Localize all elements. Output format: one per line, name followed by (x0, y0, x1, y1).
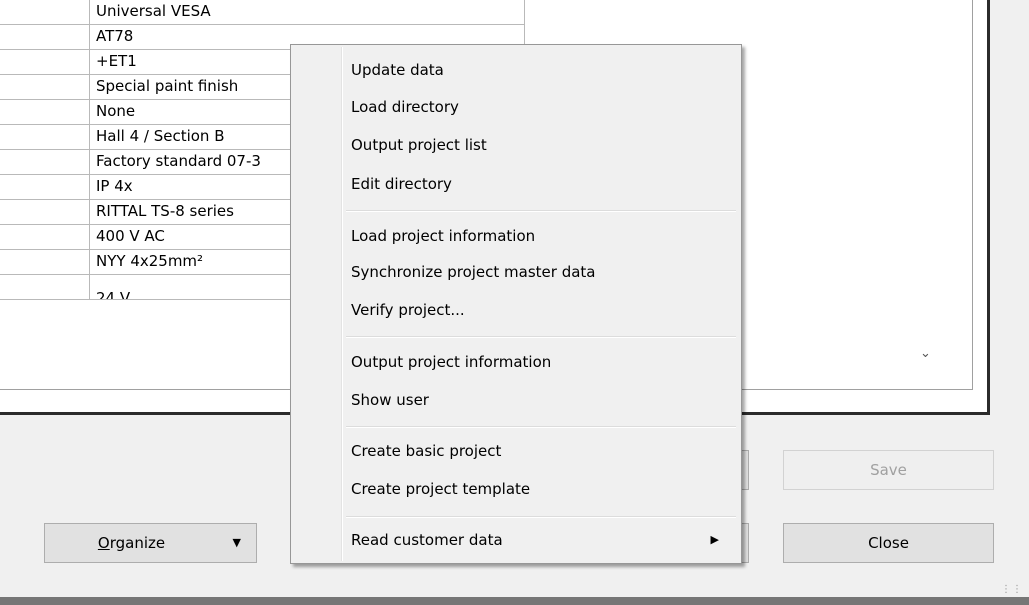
menu-item-create-project-template[interactable]: Create project template (291, 472, 741, 508)
menu-item-load-project-information[interactable]: Load project information (291, 219, 741, 255)
menu-item-label: Load directory (351, 98, 459, 116)
dropdown-arrow-icon: ▼ (232, 536, 241, 549)
menu-item-verify-project[interactable]: Verify project... (291, 293, 741, 329)
submenu-arrow-icon: ▶ (710, 533, 719, 546)
menu-item-load-directory[interactable]: Load directory (291, 90, 741, 126)
table-cell[interactable]: NYY 4x25mm² (96, 252, 203, 270)
menu-item-synchronize-project-master-data[interactable]: Synchronize project master data (291, 255, 741, 291)
menu-item-output-project-information[interactable]: Output project information (291, 345, 741, 381)
menu-item-label: Create basic project (351, 442, 502, 460)
table-row[interactable]: Universal VESA (0, 0, 525, 25)
table-cell[interactable]: None (96, 102, 135, 120)
close-button-label: Close (868, 534, 909, 552)
menu-item-edit-directory[interactable]: Edit directory (291, 167, 741, 203)
menu-item-label: Verify project... (351, 301, 465, 319)
menu-item-output-project-list[interactable]: Output project list (291, 128, 741, 164)
menu-item-label: Synchronize project master data (351, 263, 596, 281)
menu-separator (346, 210, 736, 212)
context-menu: Update data Load directory Output projec… (290, 44, 742, 564)
table-cell[interactable]: +ET1 (96, 52, 137, 70)
organize-button-label: Organize (97, 534, 166, 552)
menu-item-label: Update data (351, 61, 444, 79)
menu-item-label: Output project list (351, 136, 487, 154)
resize-grip-icon[interactable]: ⋮⋮ (1001, 584, 1023, 595)
menu-item-label: Output project information (351, 353, 552, 371)
save-button[interactable]: Save (783, 450, 994, 490)
menu-item-label: Load project information (351, 227, 536, 245)
close-button[interactable]: Close (783, 523, 994, 563)
menu-separator (346, 516, 736, 518)
table-cell[interactable]: 24 V (96, 289, 130, 299)
menu-separator (346, 336, 736, 338)
table-cell[interactable]: IP 4x (96, 177, 133, 195)
table-cell[interactable]: RITTAL TS-8 series (96, 202, 234, 220)
menu-item-label: Create project template (351, 480, 531, 498)
menu-item-read-customer-data[interactable]: Read customer data ▶ (291, 523, 741, 559)
organize-button[interactable]: Organize ▼ (44, 523, 257, 563)
menu-item-label: Show user (351, 391, 429, 409)
menu-item-create-basic-project[interactable]: Create basic project (291, 434, 741, 470)
table-cell[interactable]: Special paint finish (96, 77, 238, 95)
save-button-label: Save (870, 461, 907, 479)
menu-item-update-data[interactable]: Update data (291, 53, 741, 89)
table-cell[interactable]: Factory standard 07-3 (96, 152, 261, 170)
table-cell[interactable]: AT78 (96, 27, 133, 45)
scroll-down-icon[interactable]: ⌄ (920, 346, 931, 361)
menu-item-label: Read customer data (351, 531, 503, 549)
window-bottom-edge (0, 597, 1029, 605)
table-cell[interactable]: Hall 4 / Section B (96, 127, 225, 145)
menu-separator (346, 426, 736, 428)
menu-item-label: Edit directory (351, 175, 452, 193)
table-cell[interactable]: 400 V AC (96, 227, 165, 245)
table-cell[interactable]: Universal VESA (96, 2, 211, 20)
menu-item-show-user[interactable]: Show user (291, 383, 741, 419)
